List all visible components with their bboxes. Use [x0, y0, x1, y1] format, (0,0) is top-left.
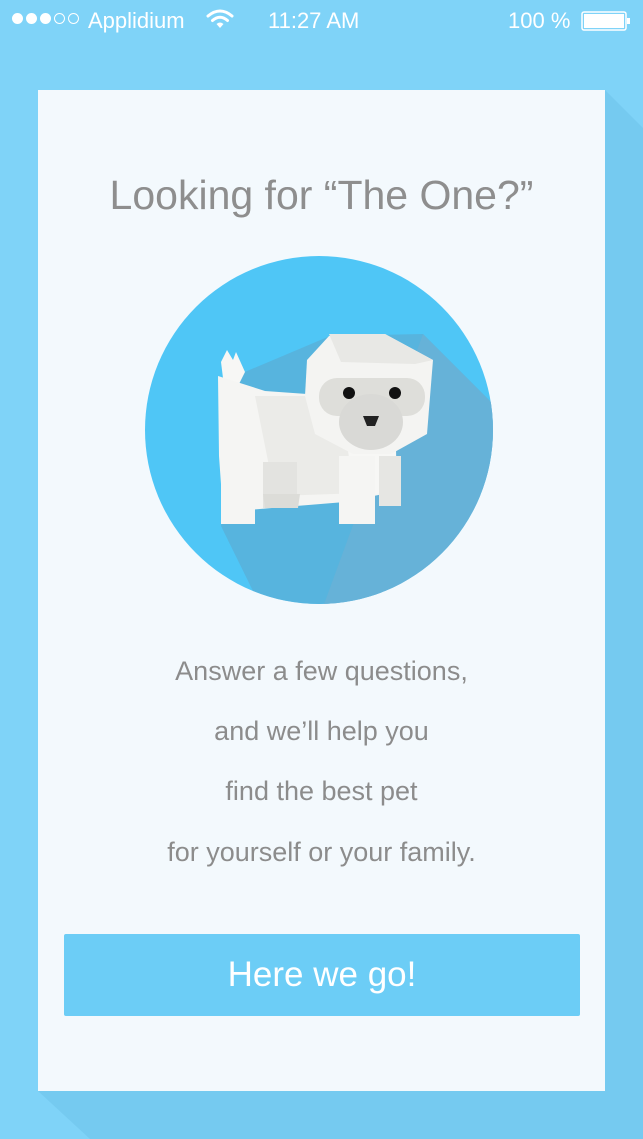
carrier-name: Applidium	[88, 8, 185, 33]
intro-line-1: Answer a few questions,	[175, 656, 468, 686]
intro-line-2: and we’ll help you	[214, 716, 429, 746]
status-bar: Applidium 11:27 AM 100 %	[0, 0, 643, 42]
clock: 11:27 AM	[268, 8, 360, 33]
wifi-icon	[206, 9, 234, 28]
battery-percentage: 100 %	[508, 8, 571, 33]
intro-line-3: find the best pet	[225, 776, 418, 806]
intro-line-4: for yourself or your family.	[167, 837, 476, 867]
dog-illustration	[145, 256, 493, 604]
page-title: Looking for “The One?”	[109, 172, 534, 218]
here-we-go-button[interactable]: Here we go!	[64, 934, 580, 1016]
battery-icon	[581, 11, 630, 31]
signal-strength-icon	[12, 13, 79, 24]
